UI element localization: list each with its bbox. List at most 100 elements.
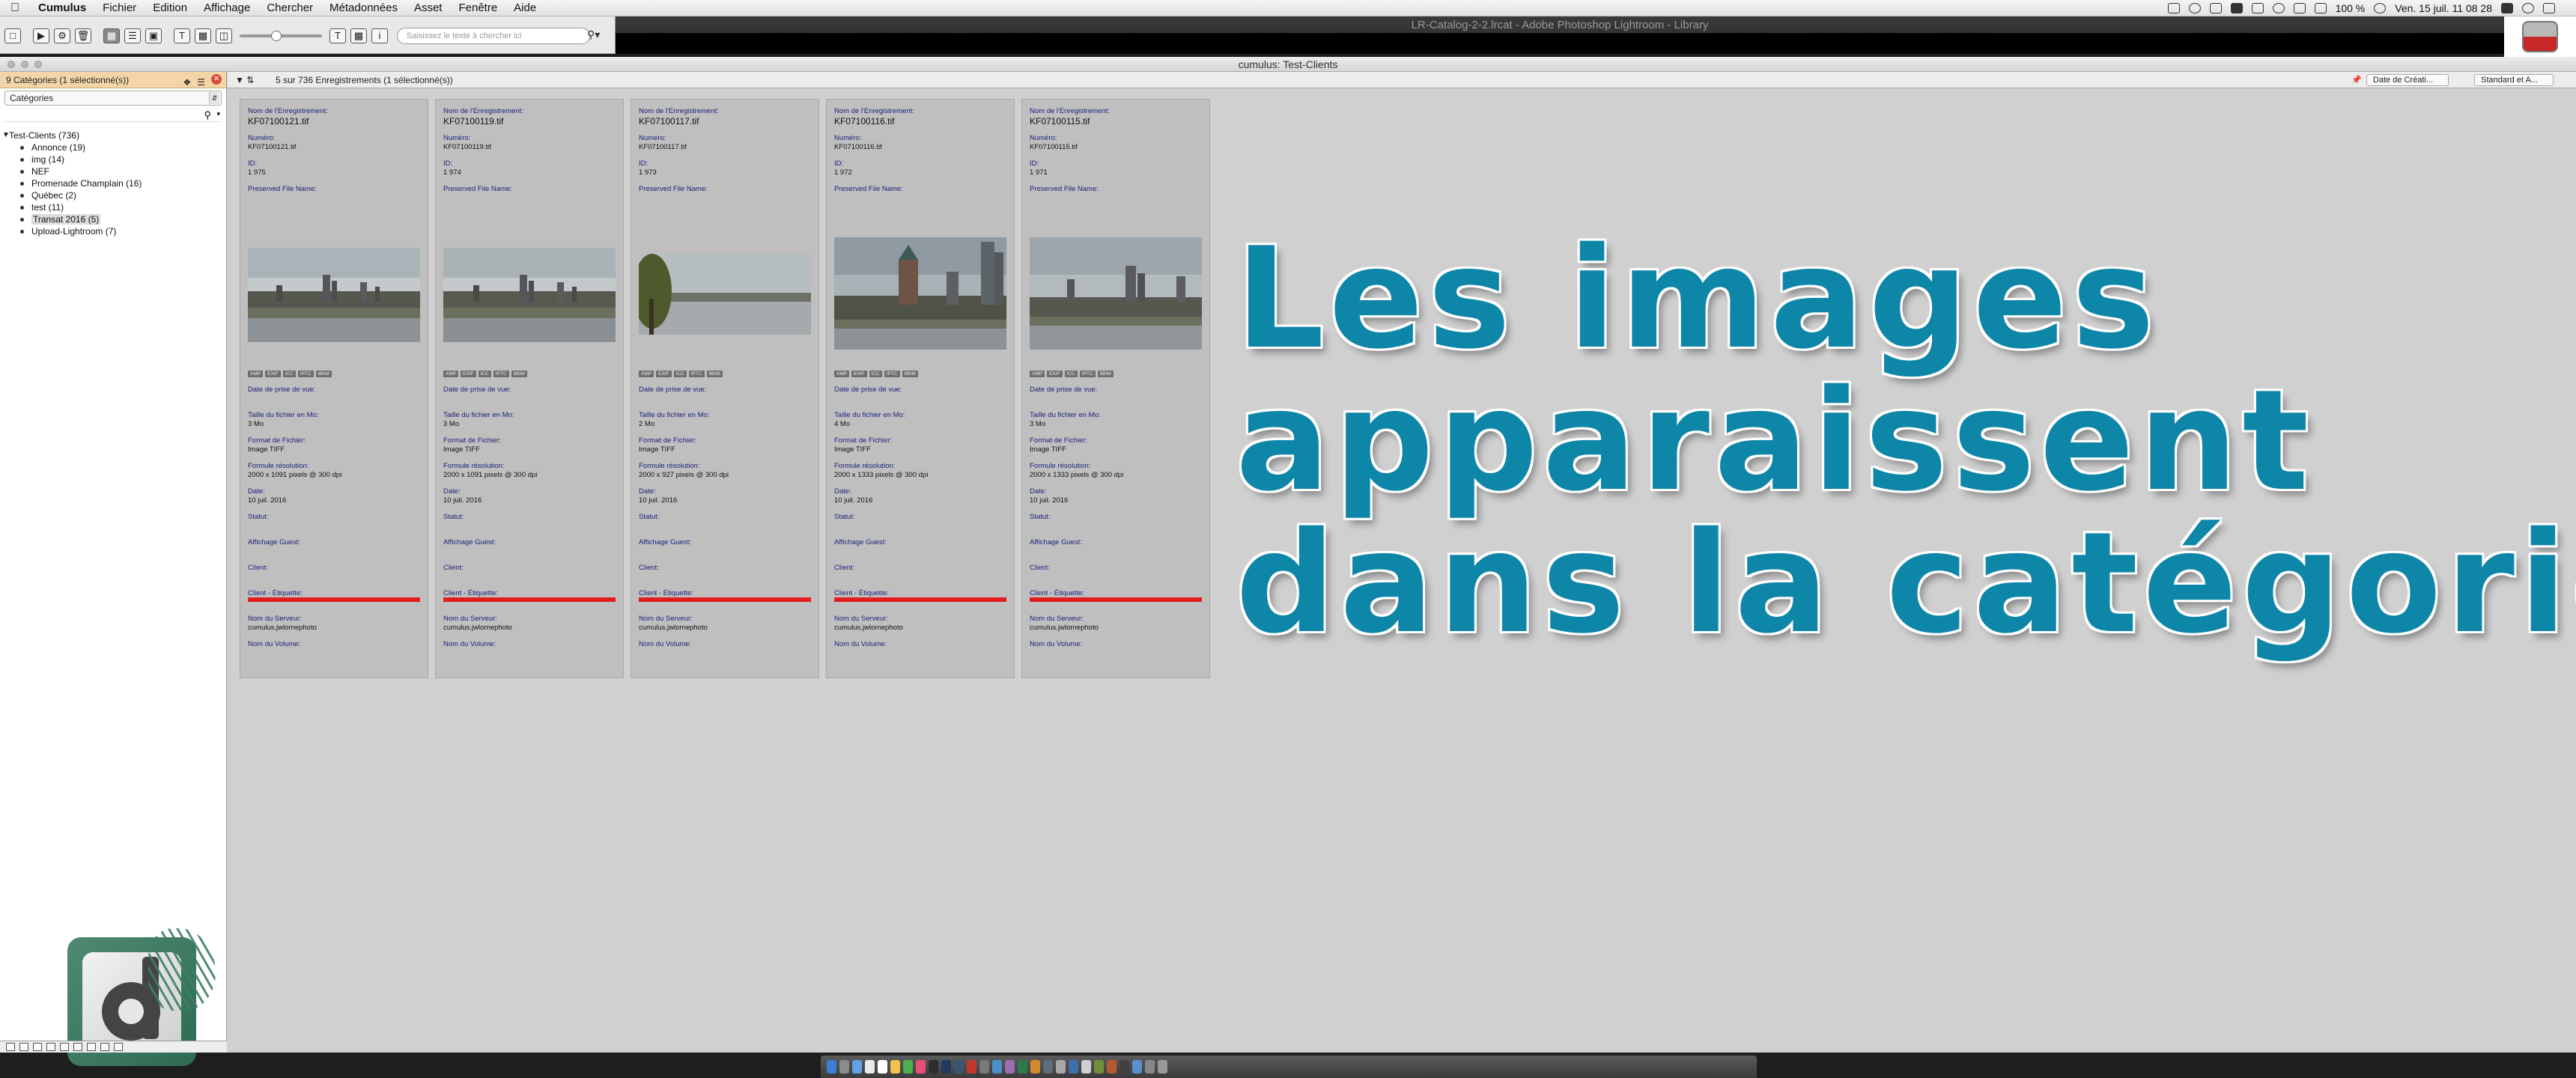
crop-icon[interactable] [2167,2,2180,13]
view-toggle-icon[interactable] [33,1043,42,1051]
menu-affichage[interactable]: Affichage [195,1,258,14]
terminal-icon[interactable] [929,1060,938,1074]
menu-chercher[interactable]: Chercher [258,1,321,14]
record-thumbnail[interactable] [443,248,616,342]
record-card[interactable]: Nom de l'Enregistrement: KF07100117.tif … [631,99,819,678]
filter-icon[interactable]: ▼ ⇅ [235,72,254,88]
close-window-icon[interactable] [7,61,15,68]
music-icon[interactable] [916,1060,926,1074]
calendar-icon[interactable] [878,1060,887,1074]
zoom-window-icon[interactable] [34,61,42,68]
app-icon[interactable] [1056,1060,1066,1074]
star-icon[interactable] [100,1043,109,1051]
view-toggle-icon[interactable] [87,1043,96,1051]
tree-item[interactable]: Upload-Lightroom (7) [0,225,226,237]
record-thumbnail[interactable] [248,248,420,342]
play-icon[interactable]: ▶ [33,28,49,43]
mail-icon[interactable] [865,1060,875,1074]
battery-percent[interactable]: 100 % [2336,2,2366,14]
app-icon[interactable] [1043,1060,1053,1074]
view-toggle-icon[interactable] [73,1043,82,1051]
app-icon[interactable] [1030,1060,1040,1074]
gear-icon[interactable]: ⚙ [54,28,70,43]
app-icon[interactable] [1132,1060,1142,1074]
thumbnail-view-icon[interactable]: ▦ [103,28,120,43]
pin-icon[interactable]: 📌 [2351,72,2362,88]
menu-edition[interactable]: Edition [145,1,195,14]
sort-select[interactable]: Date de Créati... [2366,74,2449,86]
photoshop-icon[interactable] [941,1060,951,1074]
image-tool-icon[interactable]: ▩ [350,28,367,43]
launchpad-icon[interactable] [839,1060,849,1074]
app-icon[interactable] [1107,1060,1117,1074]
app-icon[interactable] [1018,1060,1027,1074]
app-status-icon[interactable] [2230,2,2243,13]
acrobat-icon[interactable] [967,1060,976,1074]
minimize-window-icon[interactable] [21,61,28,68]
text-tool-icon[interactable]: T [329,28,346,43]
split-view-icon[interactable]: ◫ [216,28,232,43]
details-view-icon[interactable]: ▣ [145,28,162,43]
pin-icon[interactable]: ❖ [183,74,191,91]
view-toggle-icon[interactable] [19,1043,28,1051]
preview-view-icon[interactable]: ▩ [195,28,211,43]
tree-item[interactable]: Annonce (19) [0,141,226,153]
app-icon[interactable] [1094,1060,1104,1074]
dropbox-icon[interactable] [2209,2,2222,13]
record-thumbnail[interactable] [1030,237,1202,350]
menu-aide[interactable]: Aide [505,1,544,14]
new-icon[interactable]: □ [4,28,21,43]
tree-root[interactable]: ▼ Test-Clients (736) [0,130,226,141]
app-icon[interactable] [1120,1060,1129,1074]
notes-icon[interactable] [890,1060,900,1074]
app-icon[interactable] [1081,1060,1091,1074]
view-toggle-icon[interactable] [60,1043,69,1051]
info-icon[interactable]: i [371,28,388,43]
safari-icon[interactable] [852,1060,862,1074]
tree-item-selected[interactable]: Transat 2016 (5) [0,213,226,225]
tree-item[interactable]: NEF [0,165,226,177]
tree-item[interactable]: img (14) [0,153,226,165]
menu-fichier[interactable]: Fichier [94,1,145,14]
bluetooth-icon[interactable] [2293,2,2306,13]
spotlight-icon[interactable] [2522,2,2534,13]
search-icon[interactable]: ⚲ [204,109,211,121]
downloads-stack-icon[interactable] [1145,1060,1155,1074]
slider-knob[interactable] [271,31,282,41]
record-card[interactable]: Nom de l'Enregistrement: KF07100116.tif … [826,99,1015,678]
preferences-icon[interactable] [979,1060,989,1074]
category-select[interactable]: Catégories ⇵ [4,91,222,106]
apple-menu-icon[interactable]:  [0,1,30,15]
search-input[interactable]: Saisissez le texte à chercher ici [397,28,590,44]
cumulus-icon[interactable] [992,1060,1002,1074]
category-search[interactable]: ⚲ ▾ [4,109,222,122]
clock[interactable]: Ven. 15 juil. 11 08 28 [2395,2,2492,14]
view-toggle-icon[interactable] [46,1043,55,1051]
check-circle-icon[interactable] [2188,2,2201,13]
tree-item[interactable]: Québec (2) [0,189,226,201]
view-toggle-icon[interactable] [6,1043,15,1051]
menu-icon[interactable]: ☰ [197,74,205,91]
notification-center-icon[interactable] [2543,2,2555,13]
tree-item[interactable]: test (11) [0,201,226,213]
record-thumbnail[interactable] [639,254,811,335]
list-view-icon[interactable]: ☰ [124,28,141,43]
record-card[interactable]: Nom de l'Enregistrement: KF07100121.tif … [240,99,428,678]
text-view-icon[interactable]: T [174,28,190,43]
trash-icon[interactable]: 🗑 [75,28,91,43]
app-icon[interactable] [1005,1060,1015,1074]
timemachine-icon[interactable] [2272,2,2285,13]
record-card[interactable]: Nom de l'Enregistrement: KF07100115.tif … [1021,99,1210,678]
menu-fenetre[interactable]: Fenêtre [450,1,505,14]
tree-item[interactable]: Promenade Champlain (16) [0,177,226,189]
search-icon[interactable]: ⚲▾ [587,28,600,41]
lightroom-icon[interactable] [954,1060,964,1074]
chevron-down-icon[interactable]: ▾ [216,110,220,118]
menu-asset[interactable]: Asset [406,1,451,14]
disclosure-triangle-icon[interactable]: ▼ [2,130,10,141]
messages-icon[interactable] [903,1060,913,1074]
monitor-icon[interactable] [2251,2,2264,13]
app-icon[interactable] [1069,1060,1078,1074]
grid-icon[interactable] [114,1043,123,1051]
volume-icon[interactable] [2314,2,2327,13]
